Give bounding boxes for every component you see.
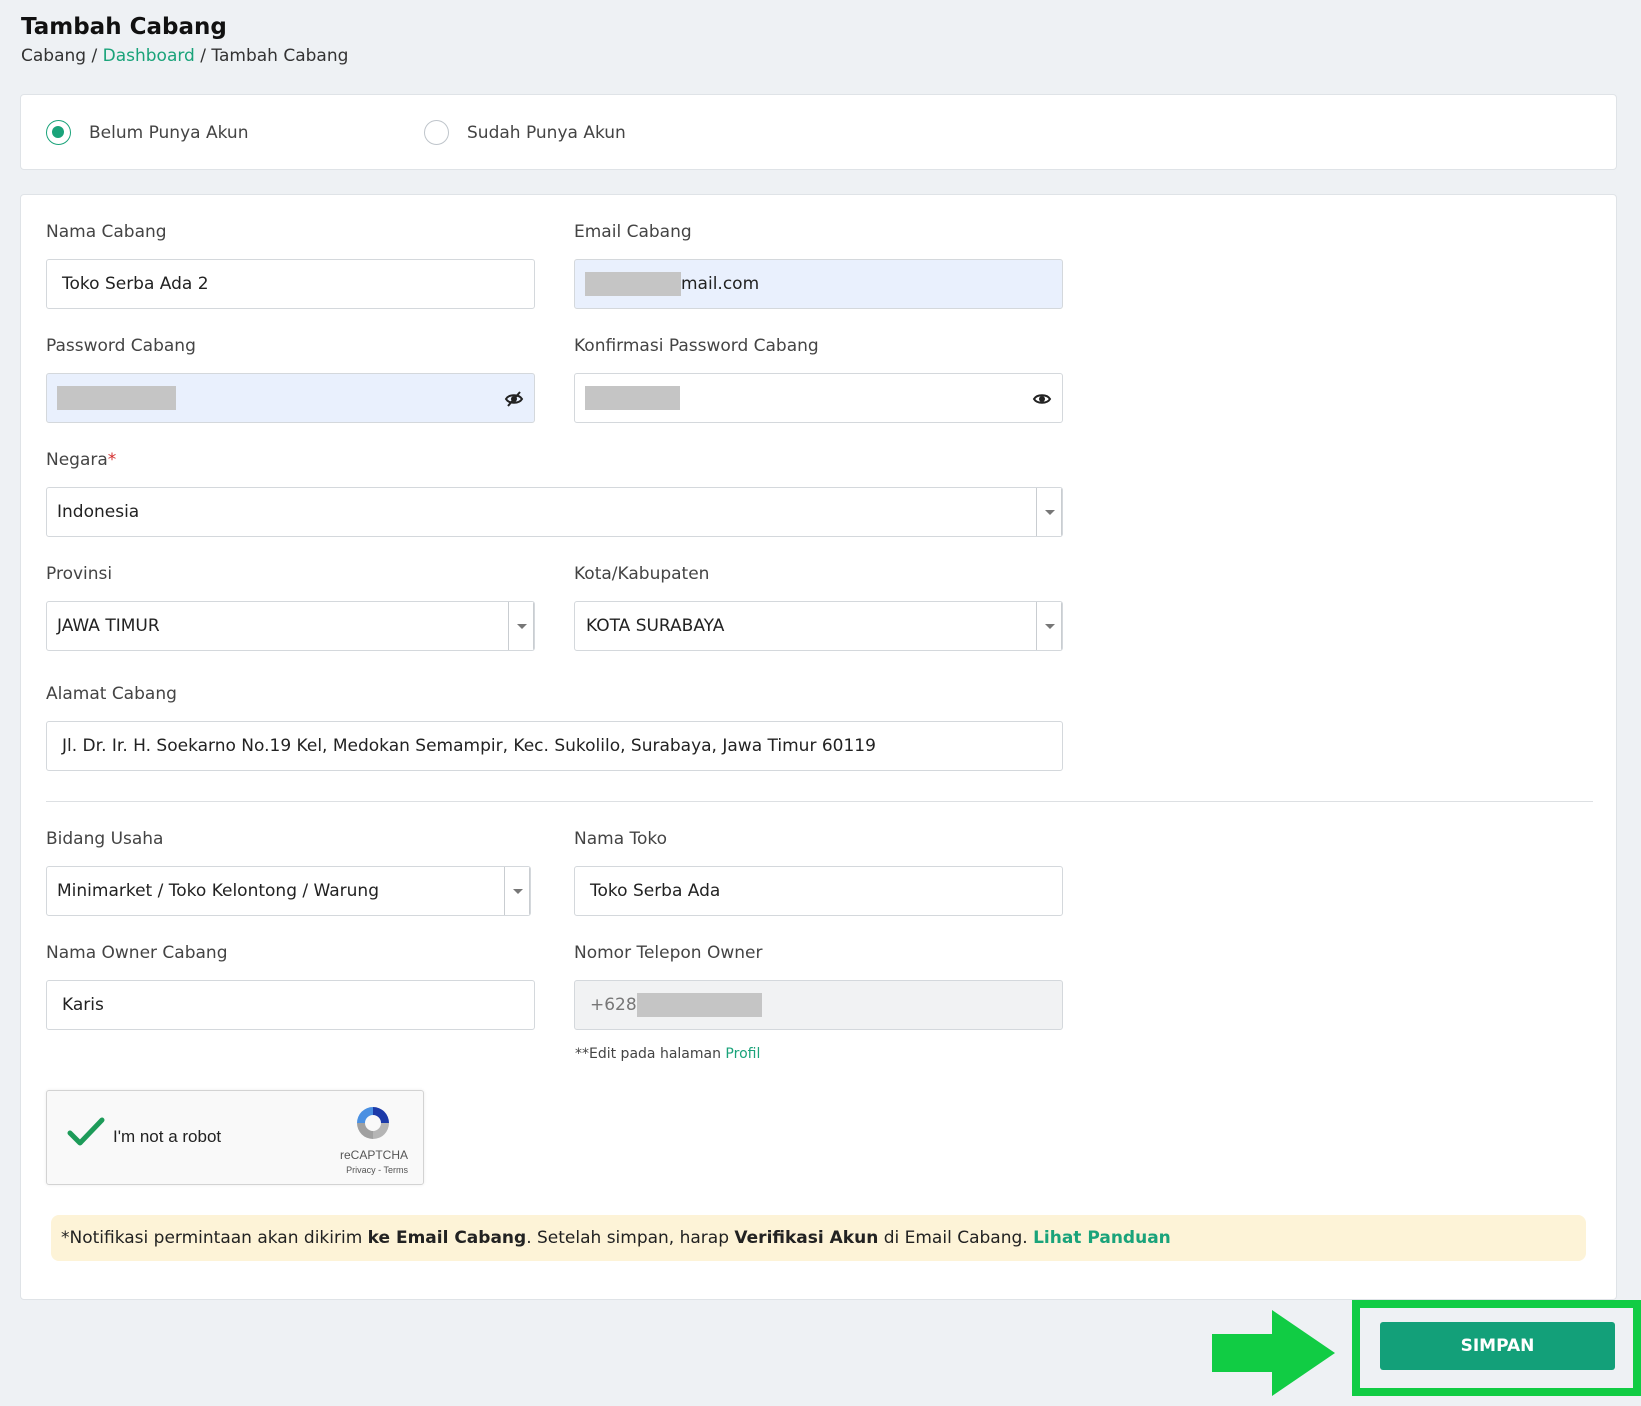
required-mark: *: [107, 450, 117, 470]
konfirmasi-password-input[interactable]: [574, 373, 1063, 423]
bidang-usaha-label: Bidang Usaha: [46, 829, 164, 849]
section-divider: [46, 801, 1593, 802]
negara-value: Indonesia: [57, 502, 140, 522]
recaptcha-label: I'm not a robot: [113, 1127, 222, 1146]
nama-cabang-label: Nama Cabang: [46, 222, 167, 242]
radio-checked-icon[interactable]: [46, 120, 71, 145]
notice-text: . Setelah simpan, harap: [526, 1228, 735, 1248]
eye-icon[interactable]: [1032, 389, 1052, 409]
notice-text: *Notifikasi permintaan akan dikirim: [61, 1228, 368, 1248]
lihat-panduan-link[interactable]: Lihat Panduan: [1033, 1228, 1171, 1248]
notice-bold-verify: Verifikasi Akun: [734, 1228, 879, 1248]
email-cabang-input[interactable]: mail.com: [574, 259, 1063, 309]
telepon-owner-label: Nomor Telepon Owner: [574, 943, 763, 963]
account-type-card: Belum Punya Akun Sudah Punya Akun: [20, 94, 1617, 170]
chevron-down-icon[interactable]: [504, 867, 530, 915]
recaptcha-widget: I'm not a robot reCAPTCHA Privacy - Term…: [46, 1090, 424, 1185]
telepon-hint: **Edit pada halaman Profil: [575, 1046, 760, 1062]
password-cabang-label: Password Cabang: [46, 336, 196, 356]
masked-password-confirm: [585, 386, 680, 410]
kota-label: Kota/Kabupaten: [574, 564, 710, 584]
radio-unchecked-icon[interactable]: [424, 120, 449, 145]
bidang-usaha-select[interactable]: Minimarket / Toko Kelontong / Warung: [46, 866, 531, 916]
branch-form-card: Nama Cabang Toko Serba Ada 2 Email Caban…: [20, 194, 1617, 1300]
arrow-right-icon: [1212, 1310, 1335, 1396]
chevron-down-icon[interactable]: [508, 602, 534, 650]
negara-label-text: Negara: [46, 450, 108, 470]
radio-sudah-punya-akun[interactable]: Sudah Punya Akun: [424, 120, 626, 145]
nama-owner-label: Nama Owner Cabang: [46, 943, 228, 963]
chevron-down-icon[interactable]: [1036, 488, 1062, 536]
nama-cabang-input[interactable]: Toko Serba Ada 2: [46, 259, 535, 309]
breadcrumb-item-current: Tambah Cabang: [211, 46, 349, 66]
bidang-usaha-value: Minimarket / Toko Kelontong / Warung: [57, 881, 379, 901]
hint-text: **Edit pada halaman: [575, 1046, 721, 1062]
notice-bold-email: ke Email Cabang: [367, 1228, 527, 1248]
breadcrumb: Cabang / Dashboard / Tambah Cabang: [21, 46, 349, 66]
email-cabang-value: mail.com: [681, 274, 760, 294]
radio-belum-punya-akun[interactable]: Belum Punya Akun: [46, 120, 248, 145]
checkmark-icon[interactable]: [67, 1117, 105, 1147]
telepon-owner-input: +628: [574, 980, 1063, 1030]
alamat-label: Alamat Cabang: [46, 684, 177, 704]
kota-select[interactable]: KOTA SURABAYA: [574, 601, 1063, 651]
profil-link[interactable]: Profil: [725, 1046, 760, 1062]
provinsi-label: Provinsi: [46, 564, 113, 584]
page-title: Tambah Cabang: [21, 14, 227, 40]
eye-slash-icon[interactable]: [504, 389, 524, 409]
recaptcha-terms[interactable]: Privacy - Terms: [346, 1165, 408, 1175]
provinsi-value: JAWA TIMUR: [57, 616, 160, 636]
breadcrumb-item-cabang[interactable]: Cabang: [21, 46, 86, 66]
recaptcha-logo-icon: [357, 1107, 389, 1139]
notification-notice: *Notifikasi permintaan akan dikirim ke E…: [51, 1215, 1586, 1261]
breadcrumb-item-dashboard[interactable]: Dashboard: [103, 46, 195, 66]
masked-phone: [636, 993, 762, 1017]
radio-label: Belum Punya Akun: [89, 122, 249, 143]
save-button[interactable]: SIMPAN: [1380, 1322, 1615, 1370]
negara-label: Negara*: [46, 450, 116, 470]
negara-select[interactable]: Indonesia: [46, 487, 1063, 537]
chevron-down-icon[interactable]: [1036, 602, 1062, 650]
provinsi-select[interactable]: JAWA TIMUR: [46, 601, 535, 651]
nama-toko-label: Nama Toko: [574, 829, 668, 849]
kota-value: KOTA SURABAYA: [586, 616, 725, 636]
masked-email-prefix: [585, 272, 681, 296]
alamat-input[interactable]: Jl. Dr. Ir. H. Soekarno No.19 Kel, Medok…: [46, 721, 1063, 771]
recaptcha-brand: reCAPTCHA: [339, 1148, 408, 1162]
masked-password: [57, 386, 176, 410]
email-cabang-label: Email Cabang: [574, 222, 692, 242]
nama-owner-input[interactable]: Karis: [46, 980, 535, 1030]
konfirmasi-password-label: Konfirmasi Password Cabang: [574, 336, 819, 356]
nama-toko-input[interactable]: Toko Serba Ada: [574, 866, 1063, 916]
notice-text: di Email Cabang.: [878, 1228, 1034, 1248]
telepon-owner-prefix: +628: [590, 995, 637, 1015]
password-cabang-input[interactable]: [46, 373, 535, 423]
radio-label: Sudah Punya Akun: [467, 122, 626, 143]
